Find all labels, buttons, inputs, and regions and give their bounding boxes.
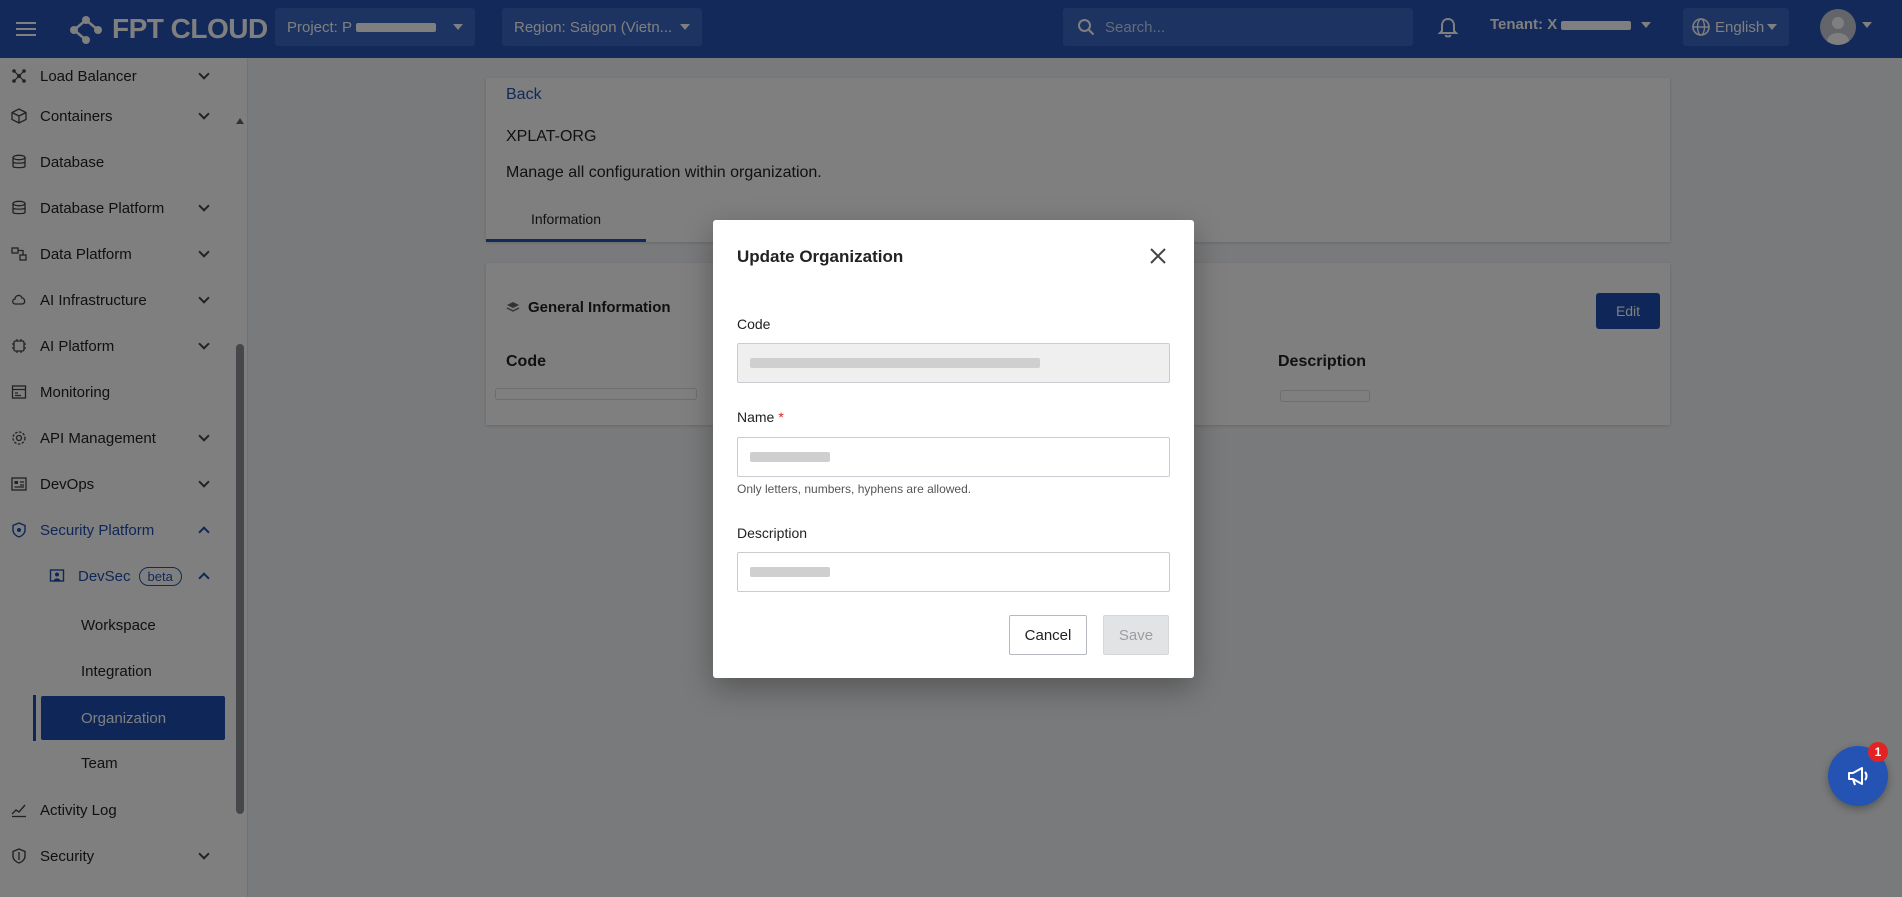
code-field bbox=[737, 343, 1170, 383]
required-mark: * bbox=[778, 409, 784, 425]
name-label: Name * bbox=[737, 409, 784, 425]
save-button[interactable]: Save bbox=[1103, 615, 1169, 655]
megaphone-icon bbox=[1848, 767, 1868, 786]
redacted-block bbox=[750, 567, 830, 577]
name-field[interactable] bbox=[737, 437, 1170, 477]
name-hint: Only letters, numbers, hyphens are allow… bbox=[737, 482, 972, 496]
code-label: Code bbox=[737, 316, 771, 332]
close-icon[interactable] bbox=[1146, 244, 1170, 268]
name-label-text: Name bbox=[737, 409, 775, 425]
dialog-title: Update Organization bbox=[737, 247, 904, 266]
redacted-block bbox=[750, 452, 830, 462]
description-field[interactable] bbox=[737, 552, 1170, 592]
notification-badge: 1 bbox=[1868, 742, 1888, 762]
cancel-button[interactable]: Cancel bbox=[1009, 615, 1087, 655]
redacted-block bbox=[750, 358, 1040, 368]
update-organization-dialog: Update Organization Code Name * Only lett… bbox=[713, 220, 1194, 678]
description-label: Description bbox=[737, 525, 808, 541]
